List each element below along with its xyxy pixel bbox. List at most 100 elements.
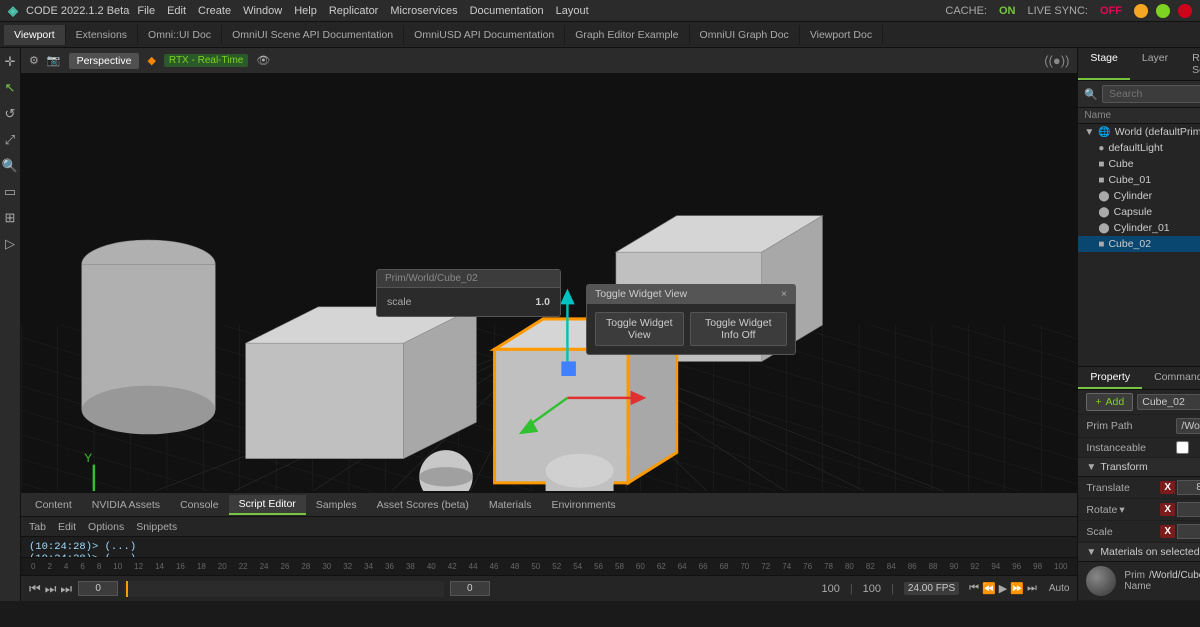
menu-file[interactable]: File [137, 5, 155, 17]
se-menu-options[interactable]: Options [88, 521, 124, 533]
tab-samples[interactable]: Samples [306, 496, 367, 514]
prop-tab-commands[interactable]: Commands [1142, 367, 1200, 389]
timeline-skip-start[interactable]: ⏮ [29, 581, 41, 597]
tree-item-cylinder[interactable]: ⬤ Cylinder 👁 Cylinder [1078, 188, 1200, 204]
tree-item-capsule[interactable]: ⬤ Capsule 👁 Capsule [1078, 204, 1200, 220]
skip-fwd-btn[interactable]: ⏭ [1027, 582, 1037, 595]
timeline: ⏮ ⏭ ⏭ 100 | 100 | 24.00 FPS ⏮ ⏪ ▶ [21, 575, 1077, 601]
materials-section[interactable]: ▼ Materials on selected models [1078, 543, 1200, 562]
tool-play[interactable]: ▷ [0, 234, 20, 254]
prim-path-input[interactable] [1176, 418, 1200, 434]
viewport-canvas[interactable]: NVIDIA RTX A3000 Laptop GPU: 2.7 GiB use… [21, 74, 1077, 491]
tab-content[interactable]: Content [25, 496, 82, 514]
menu-microservices[interactable]: Microservices [390, 5, 457, 17]
stage-tab-stage[interactable]: Stage [1078, 48, 1129, 80]
tick-54: 54 [567, 562, 588, 571]
add-button[interactable]: + Add [1086, 393, 1133, 411]
prop-tab-property[interactable]: Property [1078, 367, 1142, 389]
material-row: Prim /World/Cube_02 Name [1078, 562, 1200, 601]
tool-select[interactable]: ✛ [0, 52, 20, 72]
timeline-ruler: 0 2 4 6 8 10 12 14 16 18 20 22 24 26 28 … [25, 562, 1073, 571]
se-menu-edit[interactable]: Edit [58, 521, 76, 533]
app-icon: ◈ [8, 3, 18, 19]
timeline-play[interactable]: ⏭ [45, 581, 57, 597]
menu-replicator[interactable]: Replicator [329, 5, 379, 17]
timeline-playhead[interactable] [124, 581, 444, 597]
toggle-popup-close[interactable]: × [781, 288, 787, 300]
timeline-skip-end[interactable]: ⏭ [60, 581, 72, 597]
tool-move[interactable]: ↖ [0, 78, 20, 98]
tick-2: 2 [41, 562, 57, 571]
timeline-end-frame[interactable] [450, 581, 490, 596]
tab-script-editor[interactable]: Script Editor [229, 495, 306, 515]
tick-88: 88 [923, 562, 944, 571]
close-button[interactable] [1178, 4, 1192, 18]
settings-icon[interactable]: ⚙ [29, 54, 39, 67]
menu-help[interactable]: Help [294, 5, 317, 17]
mat-name-row: Name [1124, 581, 1200, 592]
svg-text:X: X [128, 489, 136, 491]
maximize-button[interactable] [1156, 4, 1170, 18]
menu-create[interactable]: Create [198, 5, 231, 17]
tool-snap[interactable]: ⊞ [0, 208, 20, 228]
perspective-tab[interactable]: Perspective [69, 53, 140, 69]
menu-documentation[interactable]: Documentation [470, 5, 544, 17]
tool-rotate[interactable]: ↺ [0, 104, 20, 124]
tab-omniui-doc[interactable]: Omni::UI Doc [138, 25, 222, 45]
tick-76: 76 [797, 562, 818, 571]
tree-item-defaultlight[interactable]: ● defaultLight 👁 DistantLight [1078, 140, 1200, 156]
prim-name-input[interactable] [1137, 394, 1200, 410]
tab-console[interactable]: Console [170, 496, 229, 514]
tool-scale[interactable]: ⤢ [0, 130, 20, 150]
tree-item-world[interactable]: ▼ 🌐 World (defaultPrim) 👁 Xform [1078, 124, 1200, 140]
tree-item-cube[interactable]: ■ Cube 👁 Cube [1078, 156, 1200, 172]
tab-materials[interactable]: Materials [479, 496, 542, 514]
skip-back-btn[interactable]: ⏮ [969, 582, 979, 595]
tab-environments[interactable]: Environments [541, 496, 625, 514]
tab-extensions[interactable]: Extensions [66, 25, 138, 45]
toggle-view-button[interactable]: Toggle Widget View [595, 312, 684, 346]
scale-x-input[interactable] [1177, 524, 1200, 539]
transform-section[interactable]: ▼ Transform [1078, 458, 1200, 477]
menu-window[interactable]: Window [243, 5, 282, 17]
rotate-x-input[interactable] [1177, 502, 1200, 517]
search-icon: 🔍 [1084, 88, 1098, 101]
tick-64: 64 [672, 562, 693, 571]
toggle-info-off-button[interactable]: Toggle Widget Info Off [690, 312, 787, 346]
se-menu-snippets[interactable]: Snippets [136, 521, 177, 533]
tab-viewport-doc[interactable]: Viewport Doc [800, 25, 883, 45]
tab-viewport[interactable]: Viewport [4, 25, 66, 45]
minimize-button[interactable] [1134, 4, 1148, 18]
viewport-container: ⚙ 📷 Perspective ◆ RTX - Real-Time 👁 ((●)… [21, 48, 1077, 601]
menu-layout[interactable]: Layout [556, 5, 589, 17]
tab-nvidia-assets[interactable]: NVIDIA Assets [82, 496, 170, 514]
instanceable-checkbox[interactable] [1176, 441, 1189, 454]
eye-icon[interactable]: 👁 [256, 54, 270, 67]
translate-x-input[interactable] [1177, 480, 1200, 495]
tab-scene-api[interactable]: OmniUI Scene API Documentation [222, 25, 404, 45]
script-content[interactable]: (10:24:28)> (...) (10:24:28)> (...) [21, 537, 1077, 557]
tab-graph-editor[interactable]: Graph Editor Example [565, 25, 689, 45]
tab-asset-scores[interactable]: Asset Scores (beta) [367, 496, 479, 514]
tab-omniui-graph[interactable]: OmniUI Graph Doc [690, 25, 800, 45]
stage-tab-layer[interactable]: Layer [1130, 48, 1180, 80]
step-fwd-btn[interactable]: ⏩ [1010, 582, 1024, 595]
tick-70: 70 [734, 562, 755, 571]
play-btn[interactable]: ▶ [999, 582, 1007, 595]
loop-button[interactable]: 100 [821, 583, 839, 595]
tab-usd-api[interactable]: OmniUSD API Documentation [404, 25, 565, 45]
menu-edit[interactable]: Edit [167, 5, 186, 17]
timeline-start-frame[interactable] [78, 581, 118, 596]
tool-zoom[interactable]: 🔍 [0, 156, 20, 176]
tool-rect[interactable]: ▭ [0, 182, 20, 202]
stage-tab-render[interactable]: Render Settings [1180, 48, 1200, 80]
cube01-icon: ■ [1098, 175, 1104, 186]
se-menu-tab[interactable]: Tab [29, 521, 46, 533]
tree-item-cylinder01[interactable]: ⬤ Cylinder_01 👁 Cylinder [1078, 220, 1200, 236]
tree-item-cube02[interactable]: ■ Cube_02 👁 Cube [1078, 236, 1200, 252]
step-back-btn[interactable]: ⏪ [982, 582, 996, 595]
tree-item-cube01[interactable]: ■ Cube_01 👁 Cube [1078, 172, 1200, 188]
tick-86: 86 [902, 562, 923, 571]
tick-6: 6 [74, 562, 90, 571]
search-input[interactable] [1102, 85, 1200, 103]
